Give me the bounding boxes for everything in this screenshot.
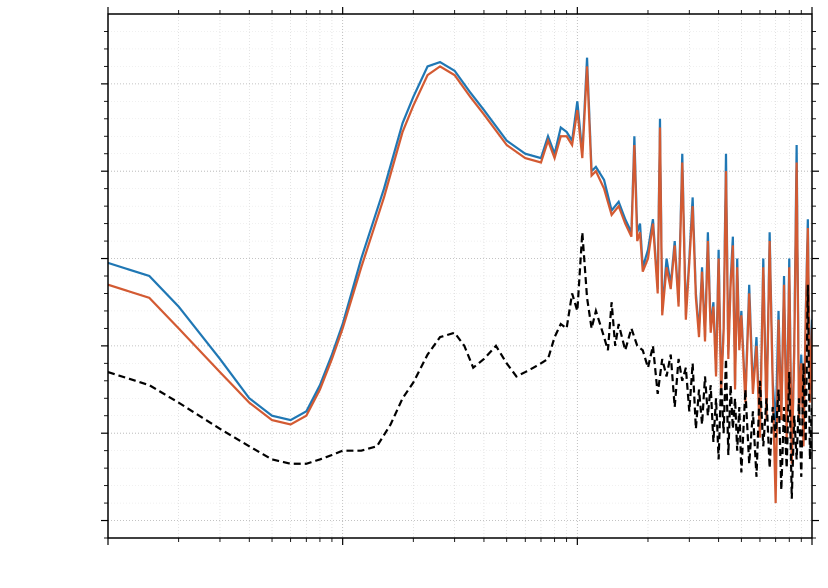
series-group <box>108 58 812 503</box>
line-chart <box>0 0 828 588</box>
series-orange <box>108 66 812 503</box>
